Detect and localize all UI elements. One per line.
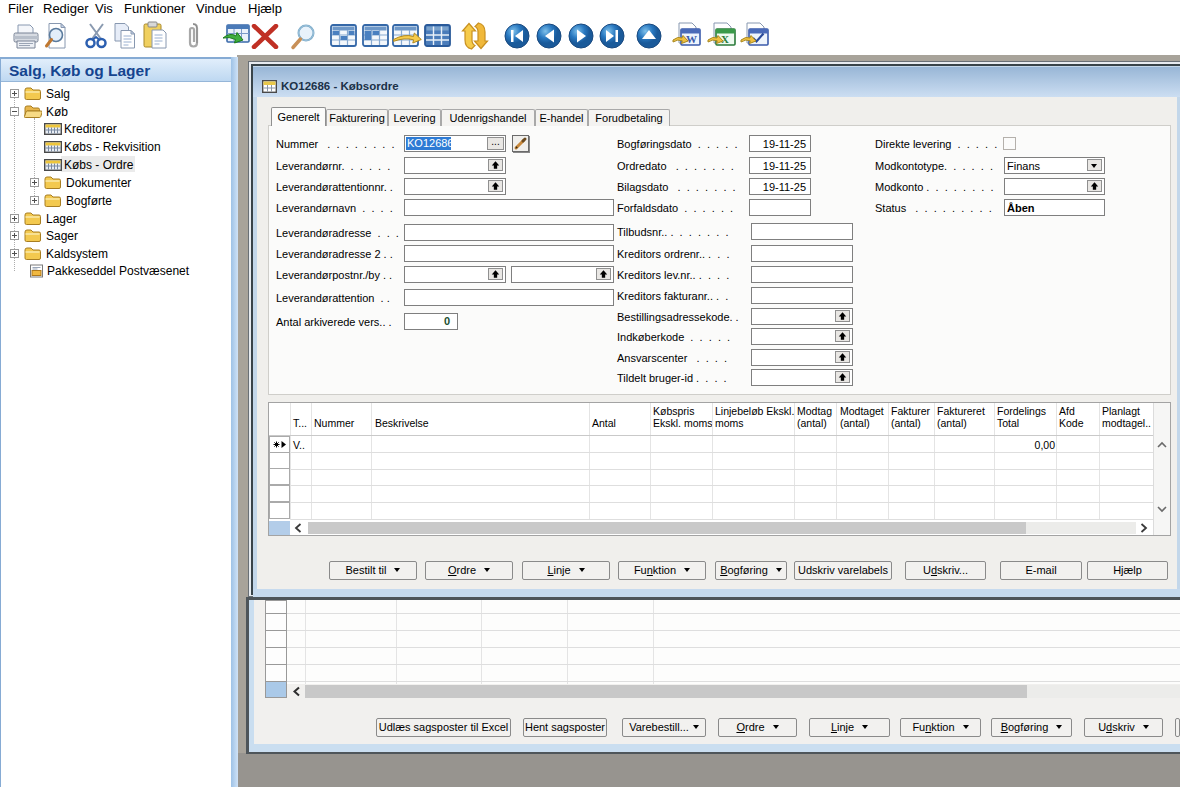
- svg-text:X: X: [721, 33, 729, 45]
- svg-text:W: W: [686, 33, 697, 45]
